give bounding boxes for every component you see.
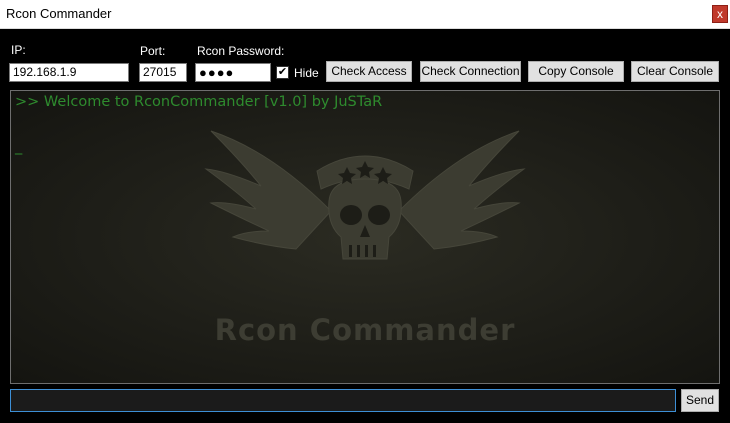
close-icon: x (717, 7, 723, 21)
hide-label: Hide (294, 66, 319, 80)
main-panel: IP: 192.168.1.9 Port: 27015 Rcon Passwor… (0, 29, 730, 423)
send-button[interactable]: Send (681, 389, 719, 412)
window-title: Rcon Commander (6, 6, 112, 21)
title-bar: Rcon Commander x (0, 0, 730, 29)
port-input[interactable]: 27015 (139, 63, 187, 82)
clear-console-button[interactable]: Clear Console (631, 61, 719, 82)
console-welcome-line: >> Welcome to RconCommander [v1.0] by Ju… (15, 94, 383, 110)
console-output[interactable]: Rcon Commander >> Welcome to RconCommand… (10, 90, 720, 384)
port-label: Port: (140, 44, 166, 58)
ip-input[interactable]: 192.168.1.9 (9, 63, 129, 82)
hide-checkbox[interactable]: ✔ (276, 66, 289, 79)
checkmark-icon: ✔ (277, 66, 288, 78)
close-button[interactable]: x (712, 5, 728, 23)
copy-console-button[interactable]: Copy Console (528, 61, 624, 82)
ip-label: IP: (11, 43, 26, 57)
console-logo-text: Rcon Commander (214, 313, 516, 347)
check-access-button[interactable]: Check Access (326, 61, 412, 82)
check-connection-button[interactable]: Check Connection (420, 61, 521, 82)
command-input[interactable] (10, 389, 676, 412)
password-input[interactable]: ●●●● (195, 63, 271, 82)
password-label: Rcon Password: (197, 44, 285, 58)
console-cursor: _ (15, 139, 23, 155)
